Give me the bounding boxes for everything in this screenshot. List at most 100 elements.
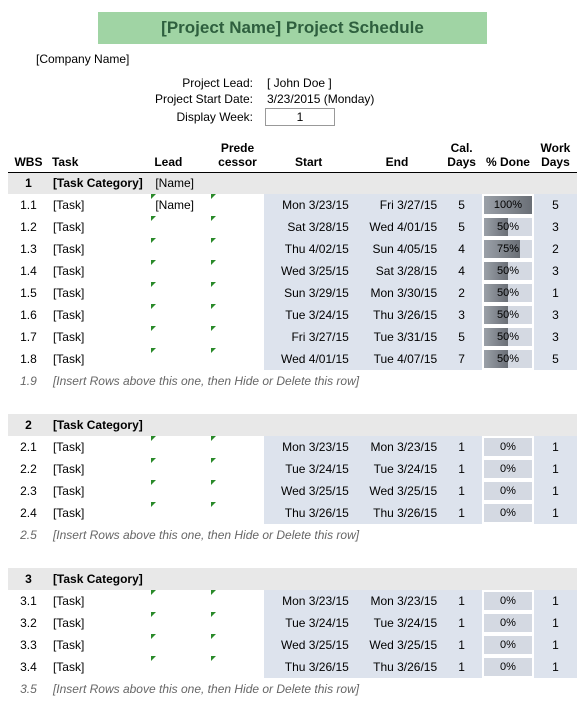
- cell-end[interactable]: Thu 3/26/15: [353, 656, 441, 678]
- cell-task[interactable]: [Task]: [49, 282, 151, 304]
- cell-pred[interactable]: [211, 194, 265, 216]
- cell-end[interactable]: Wed 3/25/15: [353, 634, 441, 656]
- cell-pred[interactable]: [211, 282, 265, 304]
- cell-pred[interactable]: [211, 502, 265, 524]
- cell-work-days[interactable]: 5: [534, 194, 577, 216]
- cell-work-days[interactable]: 2: [534, 238, 577, 260]
- cell-wbs[interactable]: 1.9: [8, 370, 49, 392]
- cell-cal-days[interactable]: 1: [441, 656, 482, 678]
- cell-work-days[interactable]: 1: [534, 502, 577, 524]
- cell-work-days[interactable]: 5: [534, 348, 577, 370]
- cell-end[interactable]: Fri 3/27/15: [353, 194, 441, 216]
- cell-category[interactable]: [Task Category]: [49, 172, 151, 194]
- cell-pred[interactable]: [211, 612, 265, 634]
- category-row[interactable]: 3[Task Category]: [8, 568, 577, 590]
- insert-placeholder-row[interactable]: 1.9[Insert Rows above this one, then Hid…: [8, 370, 577, 392]
- cell-wbs[interactable]: 1: [8, 172, 49, 194]
- cell-work-days[interactable]: 3: [534, 216, 577, 238]
- cell-end[interactable]: Mon 3/30/15: [353, 282, 441, 304]
- cell-task[interactable]: [Task]: [49, 656, 151, 678]
- cell-cal-days[interactable]: 4: [441, 260, 482, 282]
- cell-pct-done[interactable]: 0%: [482, 480, 534, 502]
- cell-pred[interactable]: [211, 304, 265, 326]
- cell-lead[interactable]: [151, 282, 210, 304]
- cell-wbs[interactable]: 2.3: [8, 480, 49, 502]
- cell-task[interactable]: [Task]: [49, 326, 151, 348]
- cell-end[interactable]: Tue 4/07/15: [353, 348, 441, 370]
- cell-start[interactable]: Sun 3/29/15: [264, 282, 352, 304]
- cell-wbs[interactable]: 3.3: [8, 634, 49, 656]
- cell-work-days[interactable]: 1: [534, 590, 577, 612]
- cell-cal-days[interactable]: 2: [441, 282, 482, 304]
- cell-work-days[interactable]: 1: [534, 282, 577, 304]
- cell-wbs[interactable]: 1.8: [8, 348, 49, 370]
- cell-lead[interactable]: [151, 656, 210, 678]
- cell-cal-days[interactable]: 5: [441, 194, 482, 216]
- cell-pct-done[interactable]: 50%: [482, 260, 534, 282]
- task-row[interactable]: 2.4[Task]Thu 3/26/15Thu 3/26/1510%1: [8, 502, 577, 524]
- cell-lead[interactable]: [151, 634, 210, 656]
- cell-lead[interactable]: [151, 326, 210, 348]
- cell-wbs[interactable]: 1.3: [8, 238, 49, 260]
- cell-start[interactable]: Wed 3/25/15: [264, 634, 352, 656]
- cell-pct-done[interactable]: 50%: [482, 304, 534, 326]
- cell-lead[interactable]: [151, 216, 210, 238]
- cell-start[interactable]: Tue 3/24/15: [264, 304, 352, 326]
- cell-work-days[interactable]: 1: [534, 612, 577, 634]
- cell-wbs[interactable]: 2.1: [8, 436, 49, 458]
- cell-lead[interactable]: [151, 590, 210, 612]
- cell-end[interactable]: Sat 3/28/15: [353, 260, 441, 282]
- cell-end[interactable]: Thu 3/26/15: [353, 304, 441, 326]
- cell-cal-days[interactable]: 1: [441, 458, 482, 480]
- cell-start[interactable]: Mon 3/23/15: [264, 590, 352, 612]
- cell-cal-days[interactable]: 5: [441, 326, 482, 348]
- task-row[interactable]: 1.8[Task]Wed 4/01/15Tue 4/07/15750%5: [8, 348, 577, 370]
- cell-pred[interactable]: [211, 480, 265, 502]
- cell-cal-days[interactable]: 1: [441, 502, 482, 524]
- cell-pred[interactable]: [211, 326, 265, 348]
- cell-task[interactable]: [Task]: [49, 348, 151, 370]
- cell-wbs[interactable]: 3: [8, 568, 49, 590]
- cell-wbs[interactable]: 2.2: [8, 458, 49, 480]
- cell-pct-done[interactable]: 50%: [482, 348, 534, 370]
- task-row[interactable]: 1.3[Task]Thu 4/02/15Sun 4/05/15475%2: [8, 238, 577, 260]
- cell-lead[interactable]: [151, 304, 210, 326]
- cell-task[interactable]: [Task]: [49, 458, 151, 480]
- cell-start[interactable]: Wed 3/25/15: [264, 480, 352, 502]
- cell-end[interactable]: Tue 3/24/15: [353, 458, 441, 480]
- cell-cal-days[interactable]: 3: [441, 304, 482, 326]
- cell-pct-done[interactable]: 0%: [482, 436, 534, 458]
- cell-pred[interactable]: [211, 260, 265, 282]
- cell-lead[interactable]: [Name]: [151, 172, 210, 194]
- cell-wbs[interactable]: 1.2: [8, 216, 49, 238]
- insert-placeholder-row[interactable]: 3.5[Insert Rows above this one, then Hid…: [8, 678, 577, 700]
- cell-lead[interactable]: [151, 238, 210, 260]
- cell-task[interactable]: [Task]: [49, 612, 151, 634]
- cell-pred[interactable]: [211, 634, 265, 656]
- cell-task[interactable]: [Task]: [49, 260, 151, 282]
- cell-task[interactable]: [Task]: [49, 480, 151, 502]
- cell-wbs[interactable]: 1.7: [8, 326, 49, 348]
- cell-cal-days[interactable]: 1: [441, 436, 482, 458]
- cell-work-days[interactable]: 3: [534, 260, 577, 282]
- category-row[interactable]: 2[Task Category]: [8, 414, 577, 436]
- cell-work-days[interactable]: 1: [534, 458, 577, 480]
- cell-wbs[interactable]: 1.4: [8, 260, 49, 282]
- cell-pct-done[interactable]: 0%: [482, 590, 534, 612]
- display-week-input[interactable]: 1: [265, 108, 335, 126]
- task-row[interactable]: 3.3[Task]Wed 3/25/15Wed 3/25/1510%1: [8, 634, 577, 656]
- cell-wbs[interactable]: 1.6: [8, 304, 49, 326]
- cell-pred[interactable]: [211, 656, 265, 678]
- cell-cal-days[interactable]: 7: [441, 348, 482, 370]
- cell-work-days[interactable]: 3: [534, 326, 577, 348]
- cell-pct-done[interactable]: 0%: [482, 502, 534, 524]
- cell-lead[interactable]: [151, 414, 210, 436]
- cell-pct-done[interactable]: 0%: [482, 656, 534, 678]
- cell-pct-done[interactable]: 50%: [482, 326, 534, 348]
- cell-wbs[interactable]: 3.4: [8, 656, 49, 678]
- cell-task[interactable]: [Task]: [49, 216, 151, 238]
- cell-start[interactable]: Tue 3/24/15: [264, 612, 352, 634]
- cell-work-days[interactable]: 1: [534, 436, 577, 458]
- task-row[interactable]: 1.5[Task]Sun 3/29/15Mon 3/30/15250%1: [8, 282, 577, 304]
- cell-pct-done[interactable]: 50%: [482, 282, 534, 304]
